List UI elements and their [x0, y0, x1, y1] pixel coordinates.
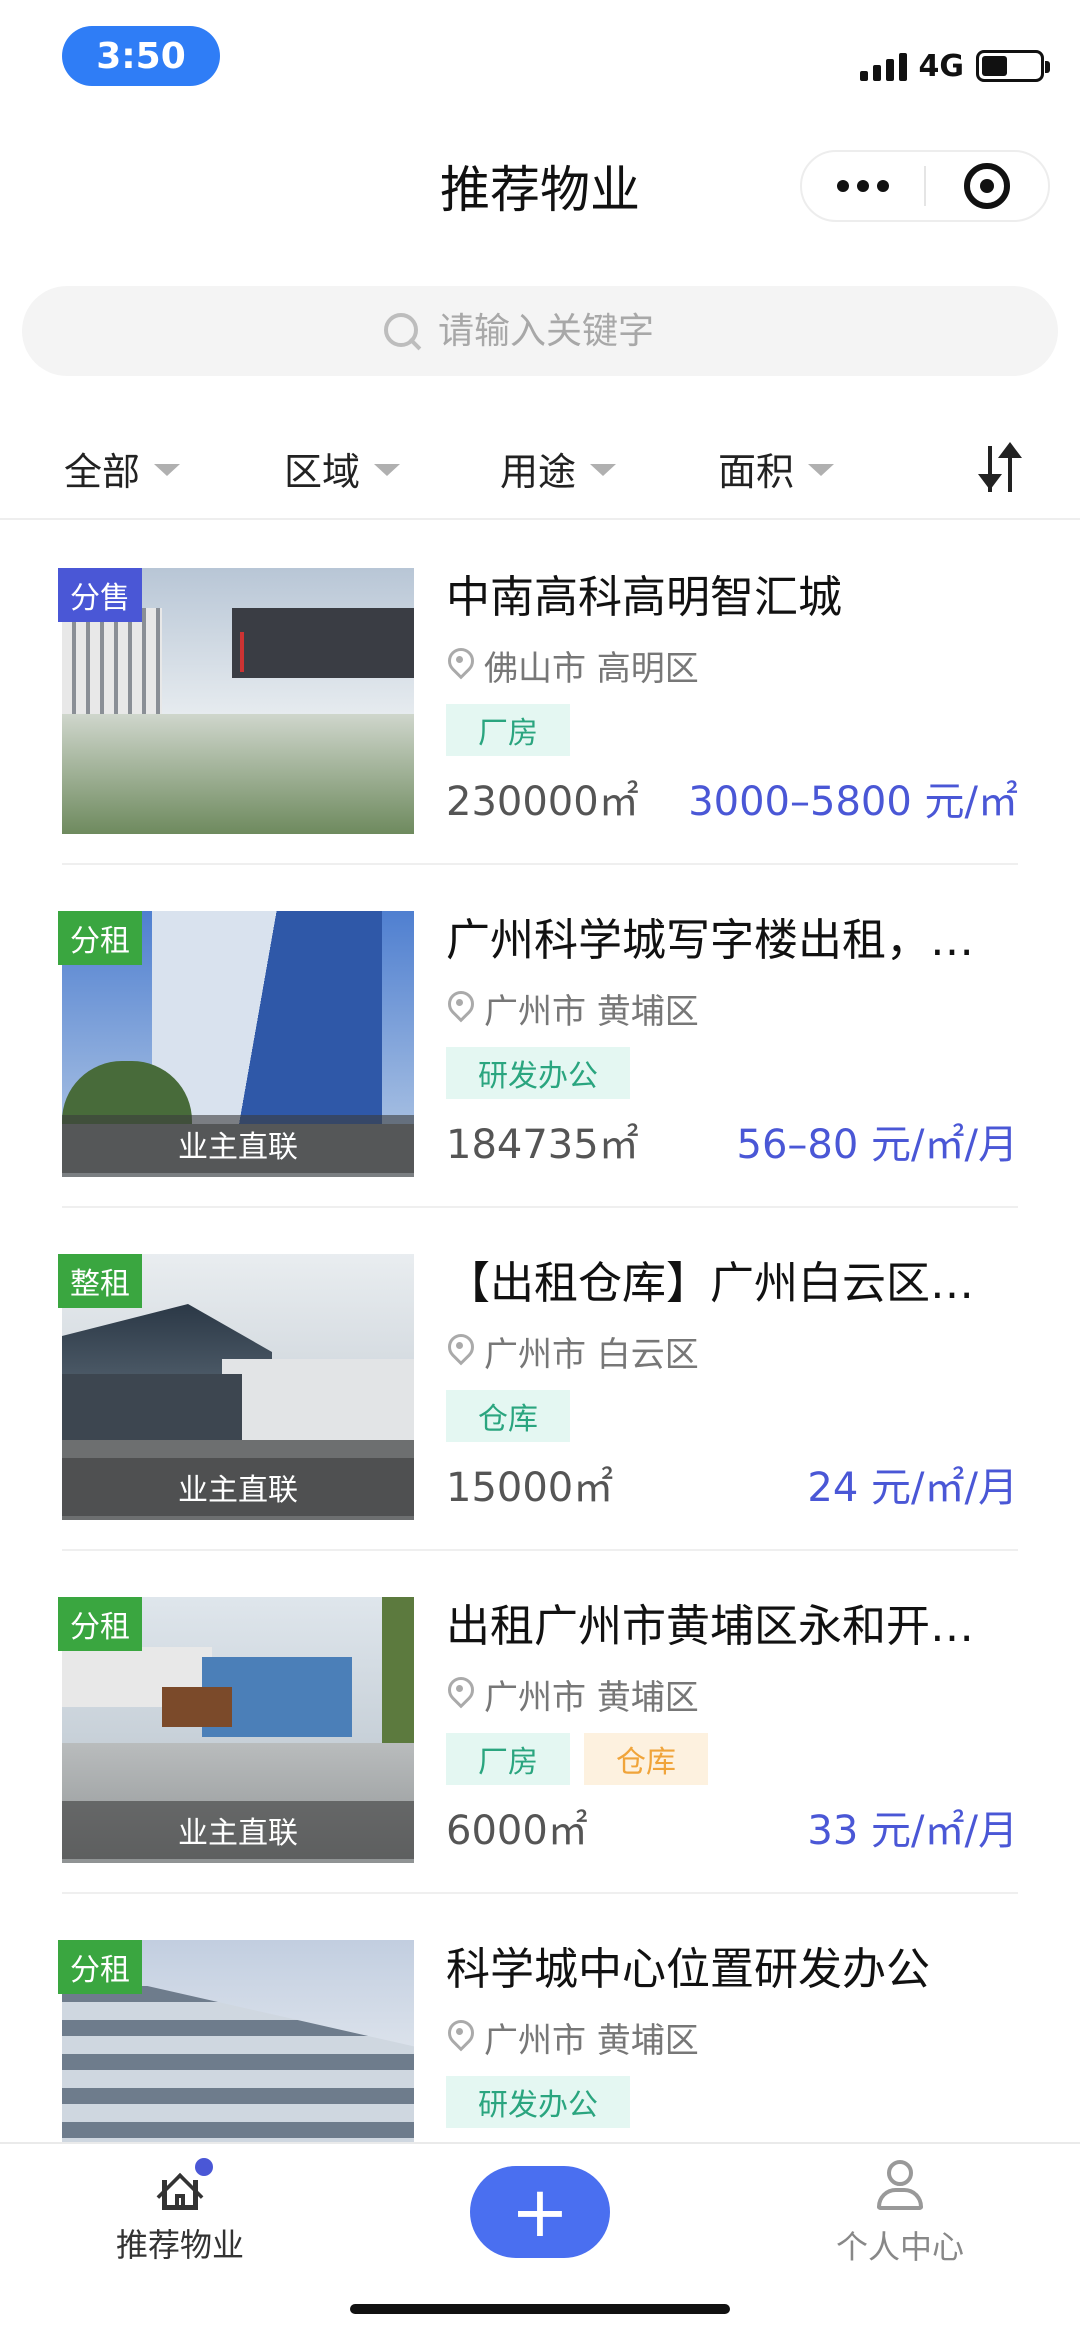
listing-meta: 230000㎡ 3000–5800 元/㎡ [446, 768, 1018, 828]
miniprogram-capsule [800, 150, 1050, 222]
filter-usage[interactable]: 用途 [500, 438, 617, 498]
search-input[interactable] [438, 310, 698, 352]
home-icon [155, 2158, 213, 2220]
listing-title: 【出租仓库】广州白云区… [446, 1258, 974, 1309]
listing-price: 24 元/㎡/月 [807, 1465, 1018, 1511]
usage-tag: 仓库 [446, 1390, 570, 1442]
search-icon [382, 311, 422, 351]
nav-tab-recommended[interactable]: 推荐物业 [110, 2158, 250, 2266]
network-type: 4G [918, 48, 965, 84]
status-time: 3:50 [62, 26, 220, 86]
listing-meta: 15000㎡ 24 元/㎡/月 [446, 1454, 1018, 1514]
signal-icon [859, 51, 907, 81]
property-list: 分售 中南高科高明智汇城 佛山市 高明区 厂房 230000㎡ 3000–580… [0, 522, 1080, 2237]
listing-meta: 184735㎡ 56–80 元/㎡/月 [446, 1111, 1018, 1171]
listing-area: 184735㎡ [446, 1122, 639, 1168]
usage-tags: 厂房 [446, 704, 1018, 756]
home-indicator [350, 2304, 730, 2314]
listing-info: 出租广州市黄埔区永和开… 广州市 黄埔区 厂房 仓库 6000㎡ 33 元/㎡/… [446, 1597, 1018, 1857]
listing-type-badge: 分租 [58, 1940, 142, 1994]
close-target-icon[interactable] [926, 152, 1048, 220]
filter-label: 用途 [500, 449, 577, 494]
usage-tag: 厂房 [446, 704, 570, 756]
filter-region[interactable]: 区域 [284, 438, 401, 498]
listing-location: 广州市 黄埔区 [446, 983, 1018, 1033]
owner-direct-label: 业主直联 [62, 1801, 414, 1859]
chevron-down-icon [590, 464, 617, 476]
location-text: 广州市 黄埔区 [484, 991, 699, 1032]
filter-all[interactable]: 全部 [64, 438, 181, 498]
sort-icon[interactable] [974, 440, 1028, 498]
usage-tag: 仓库 [584, 1733, 708, 1785]
listing-info: 【出租仓库】广州白云区… 广州市 白云区 仓库 15000㎡ 24 元/㎡/月 [446, 1254, 1018, 1514]
usage-tags: 研发办公 [446, 2076, 1018, 2128]
usage-tag: 厂房 [446, 1733, 570, 1785]
location-pin-icon [446, 1334, 474, 1368]
chevron-down-icon [374, 464, 401, 476]
usage-tags: 厂房 仓库 [446, 1733, 1018, 1785]
listing-price: 3000–5800 元/㎡ [688, 779, 1018, 825]
more-icon[interactable] [802, 152, 924, 220]
listing-info: 中南高科高明智汇城 佛山市 高明区 厂房 230000㎡ 3000–5800 元… [446, 568, 1018, 828]
owner-direct-label: 业主直联 [62, 1458, 414, 1516]
listing-area: 6000㎡ [446, 1808, 588, 1854]
filter-label: 区域 [284, 449, 361, 494]
location-text: 广州市 黄埔区 [484, 1677, 699, 1718]
listing-title: 广州科学城写字楼出租，… [446, 915, 974, 966]
location-text: 广州市 黄埔区 [484, 2020, 699, 2061]
status-bar: 3:50 4G [0, 0, 1080, 110]
title-bar: 推荐物业 [0, 120, 1080, 250]
listing-meta: 6000㎡ 33 元/㎡/月 [446, 1797, 1018, 1857]
listing-type-badge: 分租 [58, 1597, 142, 1651]
location-pin-icon [446, 2020, 474, 2054]
listing-info: 科学城中心位置研发办公 广州市 黄埔区 研发办公 [446, 1940, 1018, 2128]
listing-area: 15000㎡ [446, 1465, 614, 1511]
listing-location: 广州市 黄埔区 [446, 2012, 1018, 2062]
filter-label: 全部 [64, 449, 141, 494]
listing-area: 230000㎡ [446, 779, 639, 825]
usage-tag: 研发办公 [446, 2076, 630, 2128]
user-icon [875, 2160, 925, 2212]
listing-title: 出租广州市黄埔区永和开… [446, 1601, 974, 1652]
chevron-down-icon [154, 464, 181, 476]
listing-price: 56–80 元/㎡/月 [736, 1122, 1018, 1168]
list-item[interactable]: 分售 中南高科高明智汇城 佛山市 高明区 厂房 230000㎡ 3000–580… [58, 522, 1018, 865]
listing-location: 广州市 白云区 [446, 1326, 1018, 1376]
battery-icon [976, 50, 1050, 82]
add-button[interactable]: + [470, 2166, 610, 2258]
location-pin-icon [446, 1677, 474, 1711]
listing-type-badge: 分租 [58, 911, 142, 965]
location-text: 广州市 白云区 [484, 1334, 699, 1375]
usage-tags: 仓库 [446, 1390, 1018, 1442]
list-item[interactable]: 整租 业主直联 【出租仓库】广州白云区… 广州市 白云区 仓库 15000㎡ 2… [58, 1208, 1018, 1551]
listing-type-badge: 整租 [58, 1254, 142, 1308]
list-item[interactable]: 分租 业主直联 广州科学城写字楼出租，… 广州市 黄埔区 研发办公 184735… [58, 865, 1018, 1208]
nav-label: 推荐物业 [115, 2226, 244, 2264]
filter-area[interactable]: 面积 [718, 438, 835, 498]
listing-location: 佛山市 高明区 [446, 640, 1018, 690]
search-bar[interactable] [22, 286, 1058, 376]
listing-title: 科学城中心位置研发办公 [446, 1944, 930, 1995]
nav-tab-profile[interactable]: 个人中心 [830, 2160, 970, 2268]
chevron-down-icon [808, 464, 835, 476]
listing-type-badge: 分售 [58, 568, 142, 622]
listing-title: 中南高科高明智汇城 [446, 572, 842, 623]
filter-bar: 全部 区域 用途 面积 [0, 420, 1080, 520]
bottom-nav: 推荐物业 + 个人中心 [0, 2142, 1080, 2339]
listing-info: 广州科学城写字楼出租，… 广州市 黄埔区 研发办公 184735㎡ 56–80 … [446, 911, 1018, 1171]
status-indicators: 4G [859, 46, 1050, 86]
list-item[interactable]: 分租 业主直联 出租广州市黄埔区永和开… 广州市 黄埔区 厂房 仓库 6000㎡… [58, 1551, 1018, 1894]
usage-tag: 研发办公 [446, 1047, 630, 1099]
nav-label: 个人中心 [835, 2228, 964, 2266]
location-pin-icon [446, 648, 474, 682]
owner-direct-label: 业主直联 [62, 1115, 414, 1173]
location-pin-icon [446, 991, 474, 1025]
listing-location: 广州市 黄埔区 [446, 1669, 1018, 1719]
usage-tags: 研发办公 [446, 1047, 1018, 1099]
listing-price: 33 元/㎡/月 [807, 1808, 1018, 1854]
location-text: 佛山市 高明区 [484, 648, 699, 689]
filter-label: 面积 [718, 449, 795, 494]
